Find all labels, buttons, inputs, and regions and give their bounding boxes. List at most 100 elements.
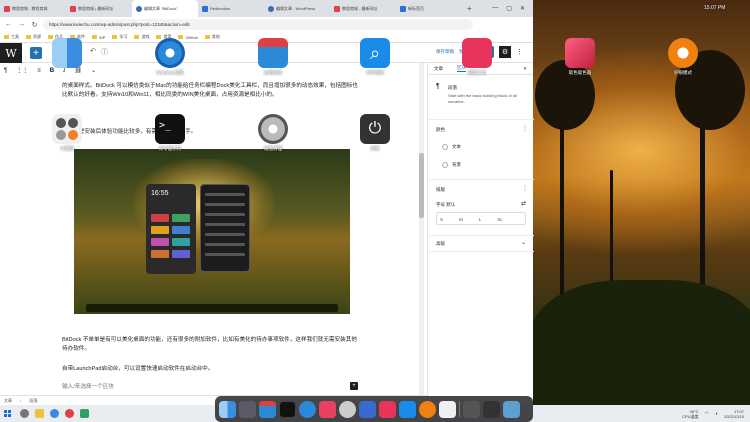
size-option[interactable]: S	[440, 217, 443, 222]
browser-tab[interactable]: 教程商城 - 教程商城	[0, 0, 66, 17]
tab-post[interactable]: 文章	[434, 66, 443, 72]
chevron-down-icon[interactable]: ⌄	[91, 67, 96, 74]
power-icon[interactable]: ⏻	[360, 114, 390, 144]
paragraph-block[interactable]: 这款小虎安装后体验功能比较多，有需要的可以入手。	[62, 128, 362, 137]
advanced-panel[interactable]: 高级 ⌄	[428, 236, 534, 252]
save-draft-button[interactable]: 保存草稿	[436, 49, 454, 55]
minimize-icon[interactable]: —	[492, 5, 498, 12]
terminal-icon[interactable]: >_	[155, 114, 185, 144]
browser-icon[interactable]	[50, 409, 59, 418]
info-icon[interactable]: ⓘ	[101, 47, 108, 57]
widget-tile	[151, 226, 169, 234]
settings-gear-icon[interactable]: ⚙	[499, 46, 511, 58]
bookmark-item[interactable]: GitHub	[178, 35, 197, 40]
search-icon[interactable]: ⌕	[360, 38, 390, 68]
more-options-icon[interactable]: ⋮	[522, 125, 528, 132]
recycle-bin-icon[interactable]	[503, 400, 520, 418]
windows-settings-icon[interactable]	[155, 38, 185, 68]
drag-handle-icon[interactable]: ⋮⋮	[16, 67, 28, 74]
terminal-icon[interactable]	[279, 400, 296, 418]
bookmark-item[interactable]: 其他	[205, 34, 220, 40]
bookmark-item[interactable]: 学习	[112, 34, 127, 40]
settings-row	[205, 223, 245, 226]
app-store-icon[interactable]	[359, 400, 376, 418]
color-picker-icon[interactable]	[319, 400, 336, 418]
power-icon[interactable]	[483, 400, 500, 418]
bookmark-item[interactable]: WP	[92, 35, 105, 40]
address-bar[interactable]: https://www.kwiechu.com/wp-admin/post.ph…	[43, 19, 473, 30]
bookmark-item[interactable]: 资源	[26, 34, 41, 40]
paragraph-icon[interactable]: ¶	[4, 68, 7, 74]
custom-size-icon[interactable]: ⇄	[521, 200, 526, 207]
search-icon[interactable]	[399, 400, 416, 418]
calculator-icon[interactable]	[439, 400, 456, 418]
italic-icon[interactable]: I	[63, 67, 65, 74]
browser-tab[interactable]: 教程商城 - 最新网址	[330, 0, 396, 17]
breadcrumb-item[interactable]: 段落	[29, 398, 37, 404]
size-option[interactable]: L	[479, 217, 482, 222]
reload-icon[interactable]: ↻	[30, 21, 39, 29]
editor-scrollbar[interactable]	[419, 63, 424, 395]
browser-tab[interactable]: 编辑文章 - WordPress	[264, 0, 330, 17]
wordpress-logo-icon[interactable]: W	[0, 43, 22, 63]
bookmark-item[interactable]: 游戏	[134, 34, 149, 40]
add-block-inline-icon[interactable]: +	[350, 382, 358, 390]
bold-icon[interactable]: B	[50, 68, 54, 74]
desktop-icon-label: 护眼模式	[674, 70, 692, 75]
weather-widget[interactable]: 49°C CPU温度	[682, 409, 698, 419]
close-icon[interactable]: ✕	[520, 5, 525, 12]
undo-icon[interactable]: ↶	[90, 47, 96, 55]
calculator-icon[interactable]	[52, 114, 82, 144]
theme-icon[interactable]	[668, 38, 698, 68]
browser-tab[interactable]: 新标签页	[396, 0, 462, 17]
launchpad-icon[interactable]	[239, 400, 256, 418]
browser-tab[interactable]: Redirection	[198, 0, 264, 17]
paragraph-block[interactable]: BitDock 不单单是有可以美化桌面的功能，还有很多的附加软件，比如有美化的待…	[62, 336, 362, 354]
paragraph-block[interactable]: 的桌面样式。BitDock 可以模仿类似于Mac的功能给任务栏编程Dock美化工…	[62, 82, 362, 100]
more-options-icon[interactable]: ⋮	[522, 185, 528, 192]
taskbar-clock[interactable]: 17:07 2022/12/10	[724, 409, 744, 419]
more-options-icon[interactable]: ⋮	[516, 48, 523, 56]
new-tab-button[interactable]: +	[462, 4, 477, 13]
scrollbar-thumb[interactable]	[419, 153, 424, 218]
size-option[interactable]: M	[459, 217, 463, 222]
theme-icon[interactable]	[419, 400, 436, 418]
link-icon[interactable]: ⛓	[74, 67, 82, 74]
cleanup-icon[interactable]	[339, 400, 356, 418]
forward-icon[interactable]: →	[17, 21, 26, 28]
wifi-icon[interactable]: ◠	[705, 411, 709, 417]
color-picker-icon[interactable]	[565, 38, 595, 68]
store-icon[interactable]	[259, 400, 276, 418]
screenshot-icon[interactable]	[462, 38, 492, 68]
tab-label: Redirection	[210, 6, 231, 11]
start-button[interactable]	[0, 405, 14, 422]
maximize-icon[interactable]: ▢	[506, 5, 512, 12]
paragraph-block[interactable]: 自带LaunchPad启动台，可以设置快速启动软件在启动台中。	[62, 365, 362, 374]
favicon-icon	[334, 5, 340, 12]
chrome-icon[interactable]	[65, 409, 74, 418]
cleanup-icon[interactable]	[258, 114, 288, 144]
text-color-option[interactable]: 文本	[442, 144, 461, 150]
bookmark-item[interactable]: 工具	[4, 34, 19, 40]
browser-tab-active[interactable]: 编辑文章 “BitDock”	[132, 0, 198, 17]
browser-tab[interactable]: 教程商城 | 最新网址	[66, 0, 132, 17]
file-explorer-icon[interactable]	[35, 409, 44, 418]
add-block-button[interactable]: +	[30, 47, 42, 59]
search-taskbar-icon[interactable]	[20, 409, 29, 418]
finder-icon[interactable]	[52, 38, 82, 68]
store-icon[interactable]	[258, 38, 288, 68]
post-image[interactable]: 16:55	[74, 149, 350, 314]
finder-icon[interactable]	[219, 400, 236, 418]
back-icon[interactable]: ←	[4, 21, 13, 28]
close-sidebar-icon[interactable]: ✕	[523, 66, 527, 72]
screenshot-icon[interactable]	[379, 400, 396, 418]
more-apps-icon[interactable]	[463, 400, 480, 418]
settings-icon[interactable]	[299, 400, 316, 418]
size-option[interactable]: XL	[497, 217, 503, 222]
block-placeholder[interactable]: 输入/来选择一个区块	[62, 383, 362, 392]
align-icon[interactable]: ≡	[37, 68, 41, 74]
breadcrumb-item[interactable]: 文章	[4, 398, 12, 404]
background-color-option[interactable]: 背景	[442, 162, 461, 168]
app-icon[interactable]	[80, 409, 89, 418]
volume-icon[interactable]: ◖	[715, 411, 718, 417]
